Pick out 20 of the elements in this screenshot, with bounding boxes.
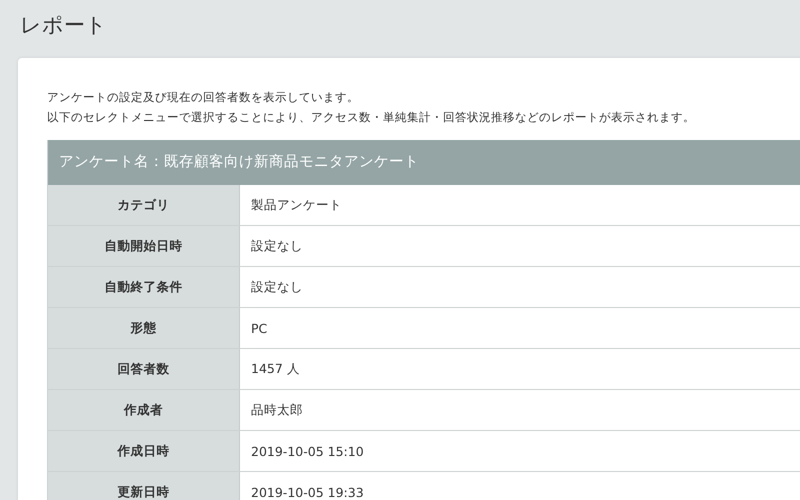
row-value: 2019-10-05 15:10 (250, 442, 365, 460)
page-title: レポート (19, 12, 108, 39)
row-label: 作成日時 (48, 431, 240, 471)
row-value: 設定なし (250, 236, 304, 254)
row-value: 設定なし (250, 278, 304, 296)
description-text: アンケートの設定及び現在の回答者数を表示しています。 (47, 89, 360, 106)
row-value: 製品アンケート (250, 196, 343, 214)
row-label: 自動開始日時 (48, 226, 240, 266)
row-value: 2019-10-05 19:33 (250, 484, 365, 500)
row-label: カテゴリ (48, 185, 240, 225)
row-label: 更新日時 (48, 472, 240, 500)
row-label: 回答者数 (48, 349, 240, 389)
row-value: 品時太郎 (250, 400, 304, 418)
row-value: PC (250, 320, 268, 338)
row-label: 形態 (48, 308, 240, 348)
row-label: 自動終了条件 (48, 267, 240, 307)
row-value: 1457 人 (250, 360, 301, 378)
row-label: 作成者 (48, 390, 240, 430)
table-header: アンケート名：既存顧客向け新商品モニタアンケート (48, 140, 800, 185)
description-text: 以下のセレクトメニューで選択することにより、アクセス数・単純集計・回答状況推移などのレポートが表示されます。 (47, 109, 696, 126)
